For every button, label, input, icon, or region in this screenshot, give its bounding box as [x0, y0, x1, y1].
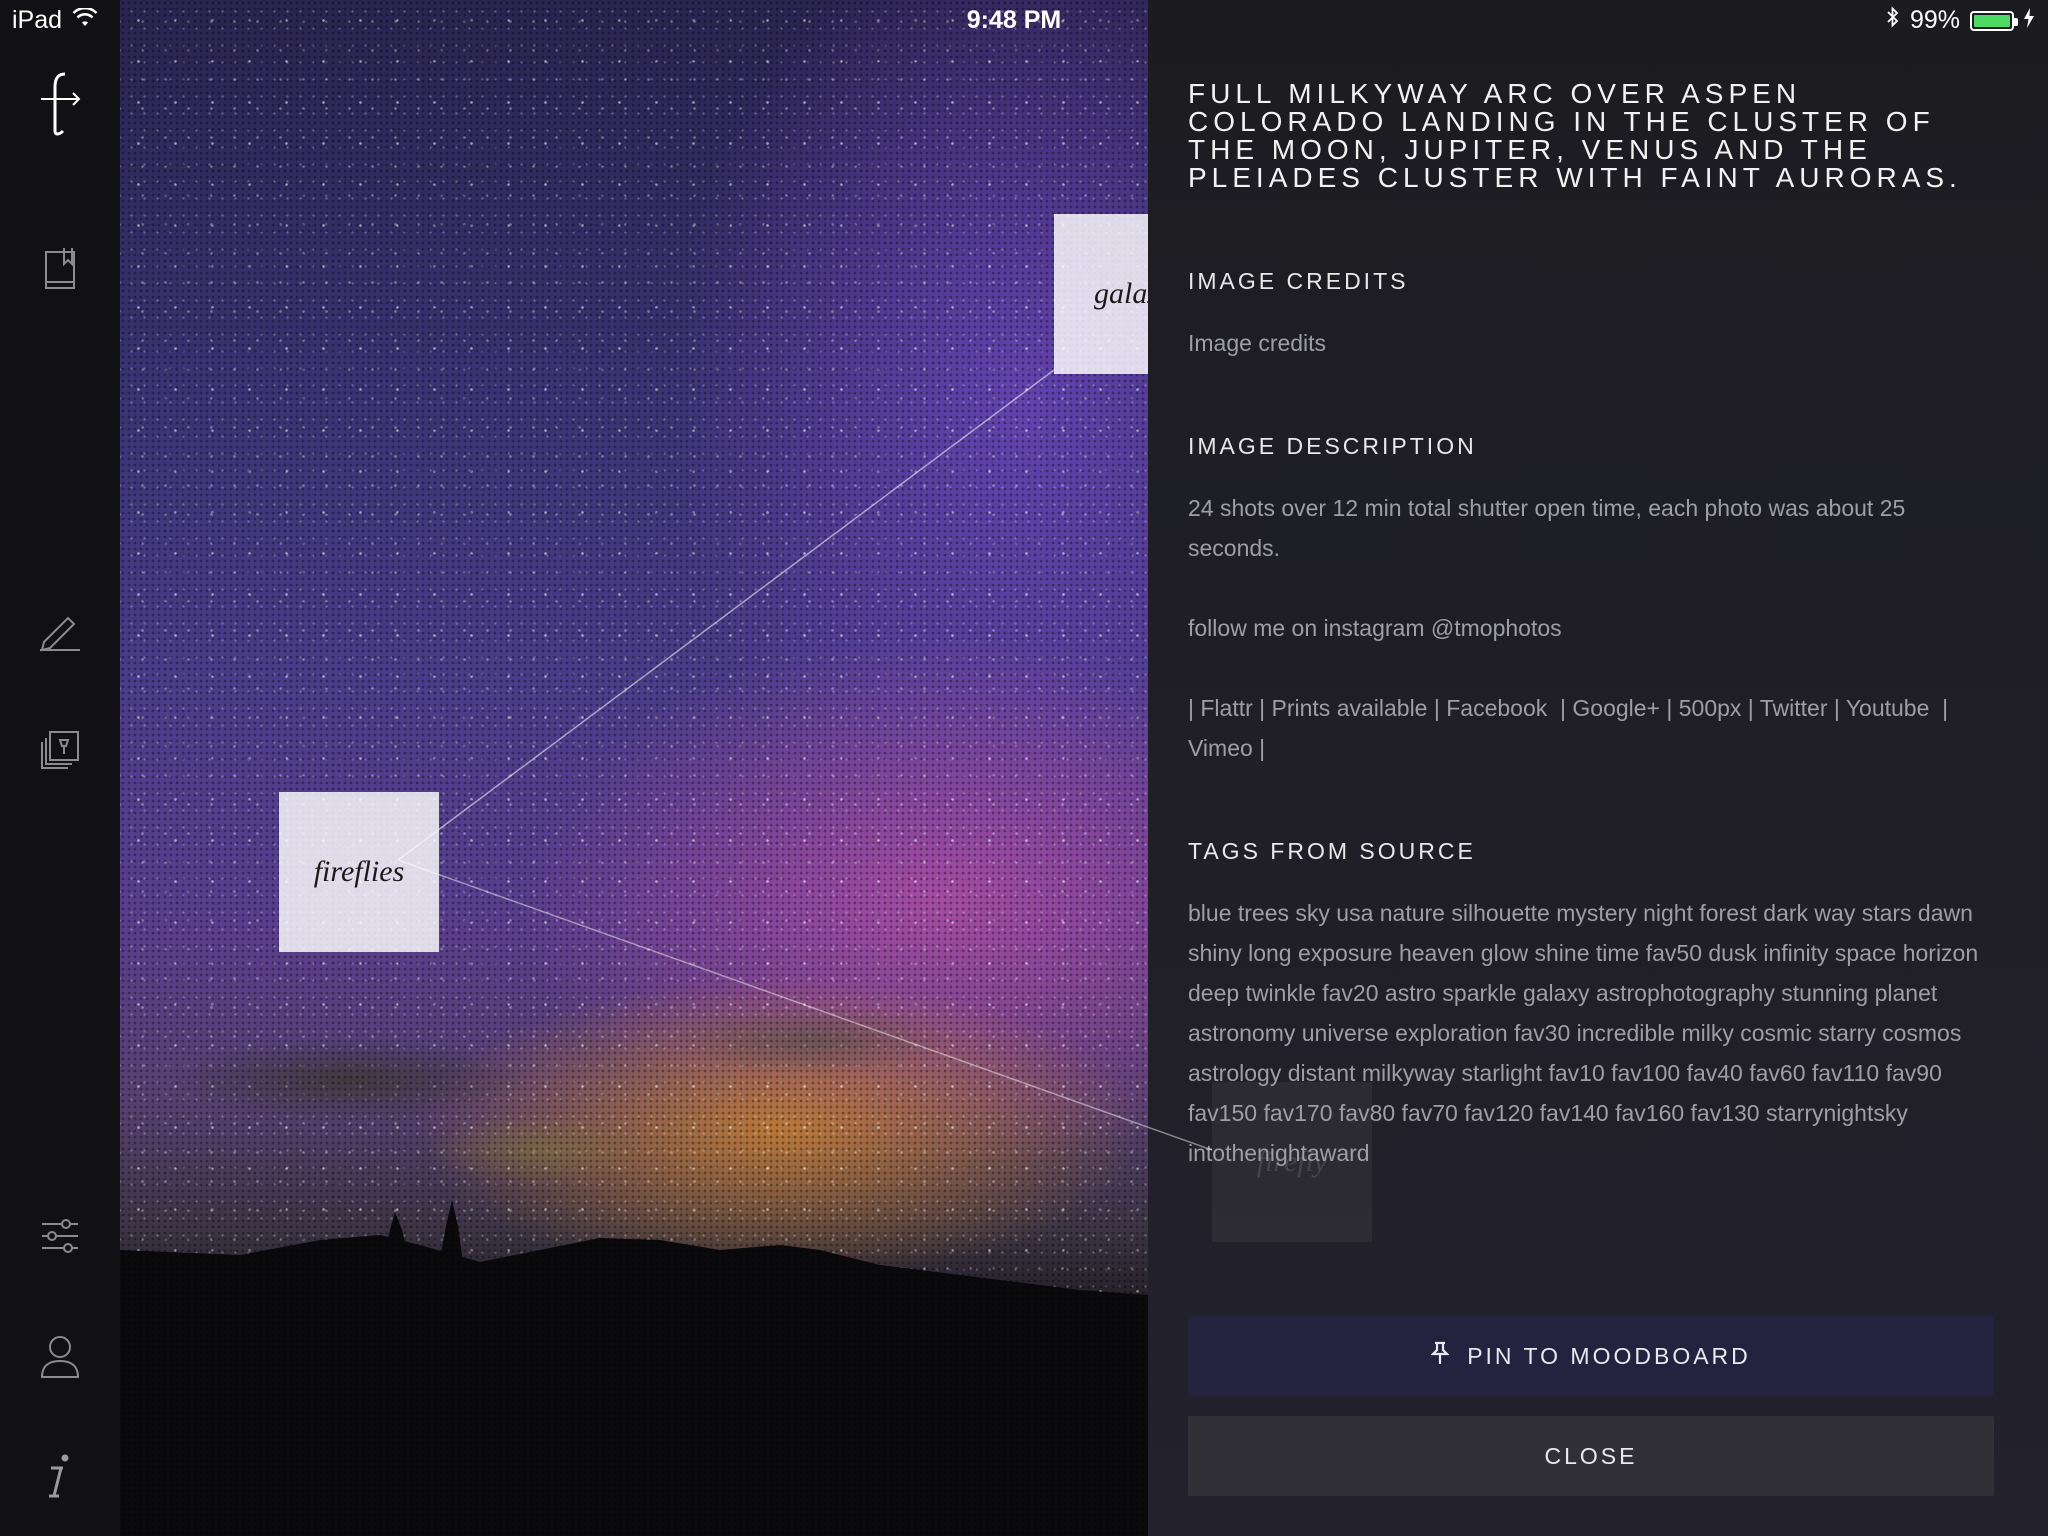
battery-percent: 99% — [1909, 6, 1960, 34]
sliders-icon[interactable] — [30, 1206, 90, 1266]
info-icon[interactable] — [30, 1446, 90, 1506]
bluetooth-icon — [1886, 6, 1900, 35]
battery-fill — [1974, 14, 2010, 27]
tag-galaxy-label: galaxy — [1094, 277, 1148, 310]
description-paragraph: follow me on instagram @tmophotos — [1188, 615, 1562, 641]
description-paragraph: 24 shots over 12 min total shutter open … — [1188, 495, 1912, 561]
panel-content: FULL MILKYWAY ARC OVER ASPEN COLORADO LA… — [1188, 80, 1998, 1173]
status-bar: iPad 9:48 PM 99% — [0, 0, 2048, 40]
tags-text: blue trees sky usa nature silhouette mys… — [1188, 900, 1985, 1166]
detail-panel: firefly FULL MILKYWAY ARC OVER ASPEN COL… — [1148, 0, 2048, 1536]
photo-pixel-grid — [120, 0, 1148, 1536]
pin-button-label: PIN TO MOODBOARD — [1467, 1342, 1751, 1369]
pin-to-moodboard-button[interactable]: PIN TO MOODBOARD — [1188, 1316, 1994, 1396]
user-icon[interactable] — [30, 1326, 90, 1386]
image-headline: FULL MILKYWAY ARC OVER ASPEN COLORADO LA… — [1188, 78, 1962, 193]
logo-mark-icon[interactable] — [30, 72, 90, 136]
description-heading: IMAGE DESCRIPTION — [1188, 433, 1477, 459]
tag-fireflies[interactable]: fireflies — [279, 792, 439, 952]
close-button[interactable]: CLOSE — [1188, 1416, 1994, 1496]
status-time: 9:48 PM — [966, 6, 1062, 34]
tags-heading: TAGS FROM SOURCE — [1188, 838, 1476, 864]
milkyway-photo: galaxy fireflies — [120, 0, 1148, 1536]
description-links: | Flattr | Prints available | Facebook |… — [1188, 695, 1955, 761]
close-button-label: CLOSE — [1544, 1442, 1638, 1469]
pin-icon — [1430, 1341, 1450, 1371]
pencil-icon[interactable] — [30, 600, 90, 660]
credits-text: Image credits — [1188, 330, 1327, 356]
credits-heading: IMAGE CREDITS — [1188, 268, 1409, 294]
sidebar — [0, 0, 120, 1536]
status-right: 99% — [1886, 6, 2034, 35]
charging-icon — [2024, 6, 2034, 35]
battery-icon — [1970, 10, 2018, 31]
book-icon[interactable] — [30, 240, 90, 300]
tag-fireflies-label: fireflies — [313, 855, 405, 888]
pinned-stack-icon[interactable] — [30, 720, 90, 780]
tag-galaxy[interactable]: galaxy — [1054, 214, 1148, 374]
